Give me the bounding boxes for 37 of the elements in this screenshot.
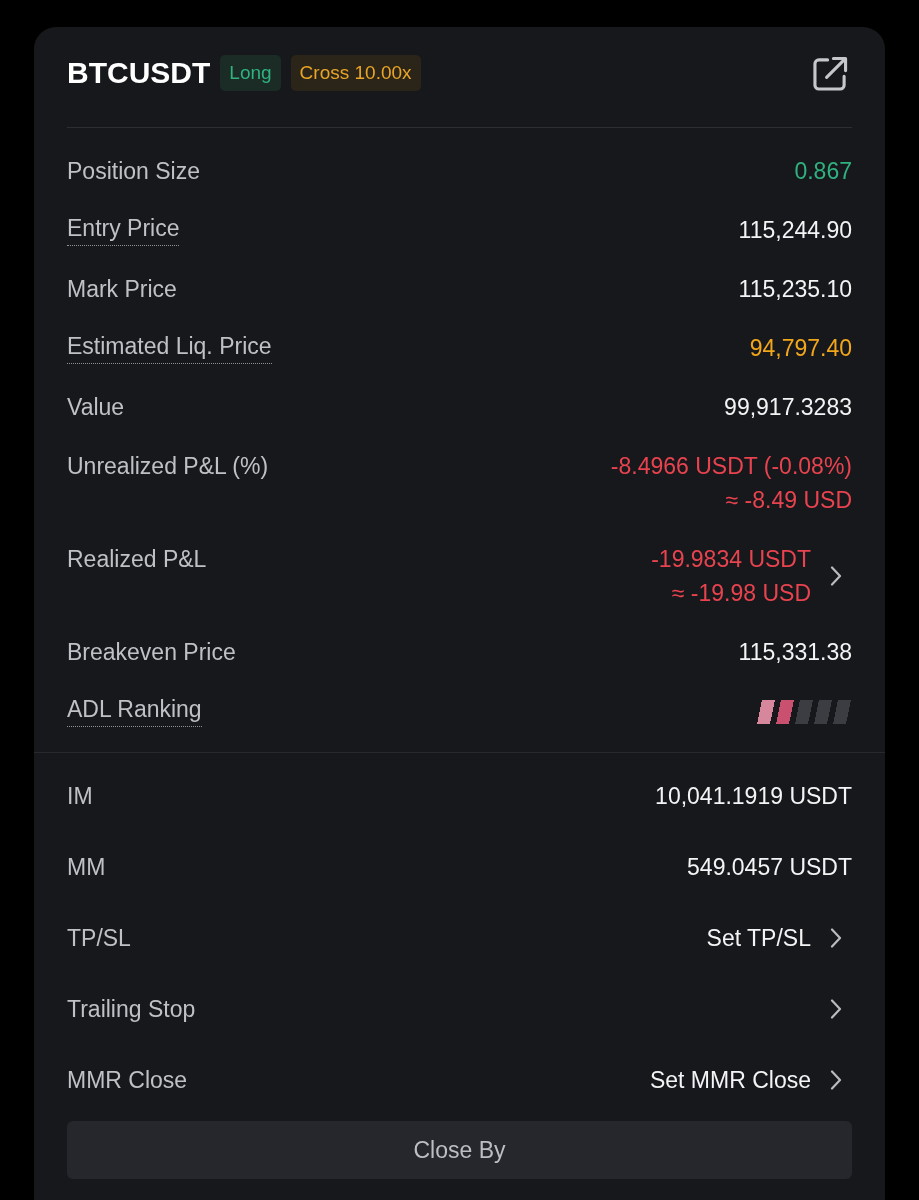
external-link-icon[interactable]	[813, 55, 848, 91]
field-label: Entry Price	[67, 212, 180, 246]
margin-mode-badge: Cross 10.00x	[290, 55, 421, 91]
field-value: 115,331.38	[738, 637, 852, 667]
field-value: 0.867	[794, 156, 852, 186]
field-value: 10,041.1919 USDT	[655, 781, 852, 811]
field-value: 94,797.40	[749, 333, 852, 363]
field-value: 115,244.90	[738, 215, 852, 245]
field-label: IM	[67, 781, 93, 811]
field-label: ADL Ranking	[67, 693, 202, 727]
field-label: Trailing Stop	[67, 994, 196, 1024]
chevron-right-icon[interactable]	[830, 565, 842, 586]
setting-link[interactable]: Set MMR Close	[649, 1062, 811, 1097]
chevron-right-icon[interactable]	[830, 927, 842, 948]
field-value: -19.9834 USDT	[651, 544, 811, 574]
field-label: Position Size	[67, 156, 200, 186]
field-value: 99,917.3283	[724, 392, 852, 422]
converted-value: ≈ -19.98 USD	[671, 578, 811, 608]
field-label: Breakeven Price	[67, 637, 236, 667]
field-label: MM	[67, 852, 106, 882]
field-label: Realized P&L	[67, 544, 207, 574]
field-label: TP/SL	[67, 923, 131, 953]
field-label: Estimated Liq. Price	[67, 330, 272, 364]
position-side-badge: Long	[220, 55, 281, 91]
field-value: 115,235.10	[738, 274, 852, 304]
field-value: 549.0457 USDT	[687, 852, 852, 882]
field-label: MMR Close	[67, 1065, 188, 1095]
field-value: -8.4966 USDT (-0.08%)	[610, 451, 852, 481]
chevron-right-icon[interactable]	[830, 998, 842, 1019]
close-by-button[interactable]: Close By	[67, 1121, 852, 1179]
symbol-title: BTCUSDT	[67, 56, 211, 90]
chevron-right-icon[interactable]	[830, 1069, 842, 1090]
field-label: Mark Price	[67, 274, 177, 304]
field-label: Value	[67, 392, 125, 422]
field-label: Unrealized P&L (%)	[67, 451, 269, 481]
converted-value: ≈ -8.49 USD	[725, 485, 852, 515]
setting-link[interactable]: Set TP/SL	[706, 920, 811, 955]
